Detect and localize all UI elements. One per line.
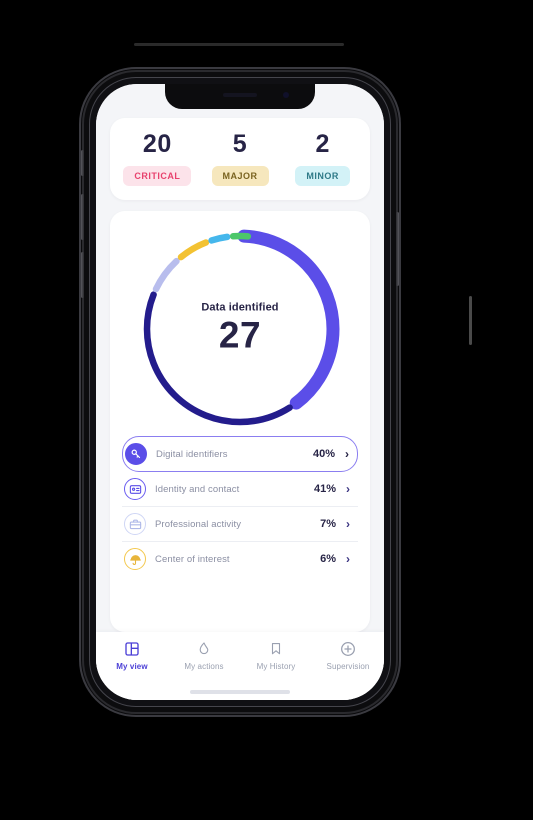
legend-percent: 7% [320, 518, 336, 530]
stat-critical-value: 20 [142, 130, 172, 158]
tab-label: Supervision [326, 662, 370, 671]
legend-percent: 40% [312, 448, 335, 460]
bookmark-icon [269, 640, 283, 657]
legend-percent: 41% [313, 483, 336, 495]
list-item-digital-identifiers[interactable]: Digital identifiers 40% › [122, 436, 358, 472]
status-badge-minor: MINOR [295, 166, 350, 186]
volume-down-button[interactable] [81, 252, 84, 298]
stat-minor[interactable]: 2 MINOR [281, 132, 364, 186]
dashboard-icon [124, 640, 140, 657]
phone-device-frame: 20 CRITICAL 5 MAJOR 2 MINOR Data identif… [81, 72, 399, 712]
decorative-guide-line-right [469, 296, 472, 345]
briefcase-icon [124, 513, 146, 535]
tab-supervision[interactable]: Supervision [312, 640, 384, 671]
legend-label: Center of interest [155, 553, 230, 565]
chevron-right-icon[interactable]: › [341, 448, 353, 460]
home-indicator [190, 690, 290, 694]
plus-circle-icon [340, 640, 356, 657]
app-content: 20 CRITICAL 5 MAJOR 2 MINOR Data identif… [96, 84, 384, 632]
status-badge-major: MAJOR [211, 166, 269, 186]
tab-label: My view [116, 662, 148, 671]
silent-switch-button[interactable] [81, 150, 84, 176]
donut-chart-svg [140, 229, 340, 428]
decorative-guide-line-top [134, 43, 344, 46]
legend-label: Identity and contact [155, 483, 240, 495]
list-item-professional-activity[interactable]: Professional activity 7% › [122, 507, 358, 542]
category-legend-list: Digital identifiers 40% › Identity and c… [122, 434, 358, 576]
stat-major-value: 5 [232, 130, 248, 158]
chevron-right-icon[interactable]: › [342, 553, 354, 565]
chevron-right-icon[interactable]: › [342, 483, 354, 495]
legend-percent: 6% [320, 553, 336, 565]
data-breakdown-card: Data identified 27 Digital identifiers 4… [110, 211, 370, 632]
stat-major[interactable]: 5 MAJOR [199, 132, 282, 186]
chevron-right-icon[interactable]: › [342, 518, 354, 530]
umbrella-icon [124, 548, 146, 570]
severity-stats-card: 20 CRITICAL 5 MAJOR 2 MINOR [110, 118, 370, 200]
status-badge-critical: CRITICAL [123, 166, 192, 186]
tab-my-history[interactable]: My History [240, 640, 312, 671]
stat-critical[interactable]: 20 CRITICAL [116, 132, 199, 186]
flame-icon [197, 640, 211, 657]
list-item-center-of-interest[interactable]: Center of interest 6% › [122, 542, 358, 576]
donut-chart: Data identified 27 [122, 223, 358, 434]
tab-my-view[interactable]: My view [96, 640, 168, 671]
stat-minor-value: 2 [315, 130, 330, 158]
list-item-identity-and-contact[interactable]: Identity and contact 41% › [122, 472, 358, 507]
device-notch [165, 84, 315, 109]
earpiece-speaker-icon [223, 93, 257, 97]
legend-label: Professional activity [155, 518, 242, 530]
volume-up-button[interactable] [81, 194, 84, 240]
power-button[interactable] [396, 212, 399, 286]
app-container: 20 CRITICAL 5 MAJOR 2 MINOR Data identif… [96, 84, 384, 700]
tab-label: My History [256, 662, 296, 671]
id-card-icon [124, 478, 146, 500]
tab-my-actions[interactable]: My actions [168, 640, 240, 671]
phone-screen: 20 CRITICAL 5 MAJOR 2 MINOR Data identif… [96, 84, 384, 700]
key-icon [125, 443, 147, 465]
tab-label: My actions [184, 662, 224, 671]
legend-label: Digital identifiers [156, 448, 228, 460]
front-camera-icon [283, 92, 289, 98]
